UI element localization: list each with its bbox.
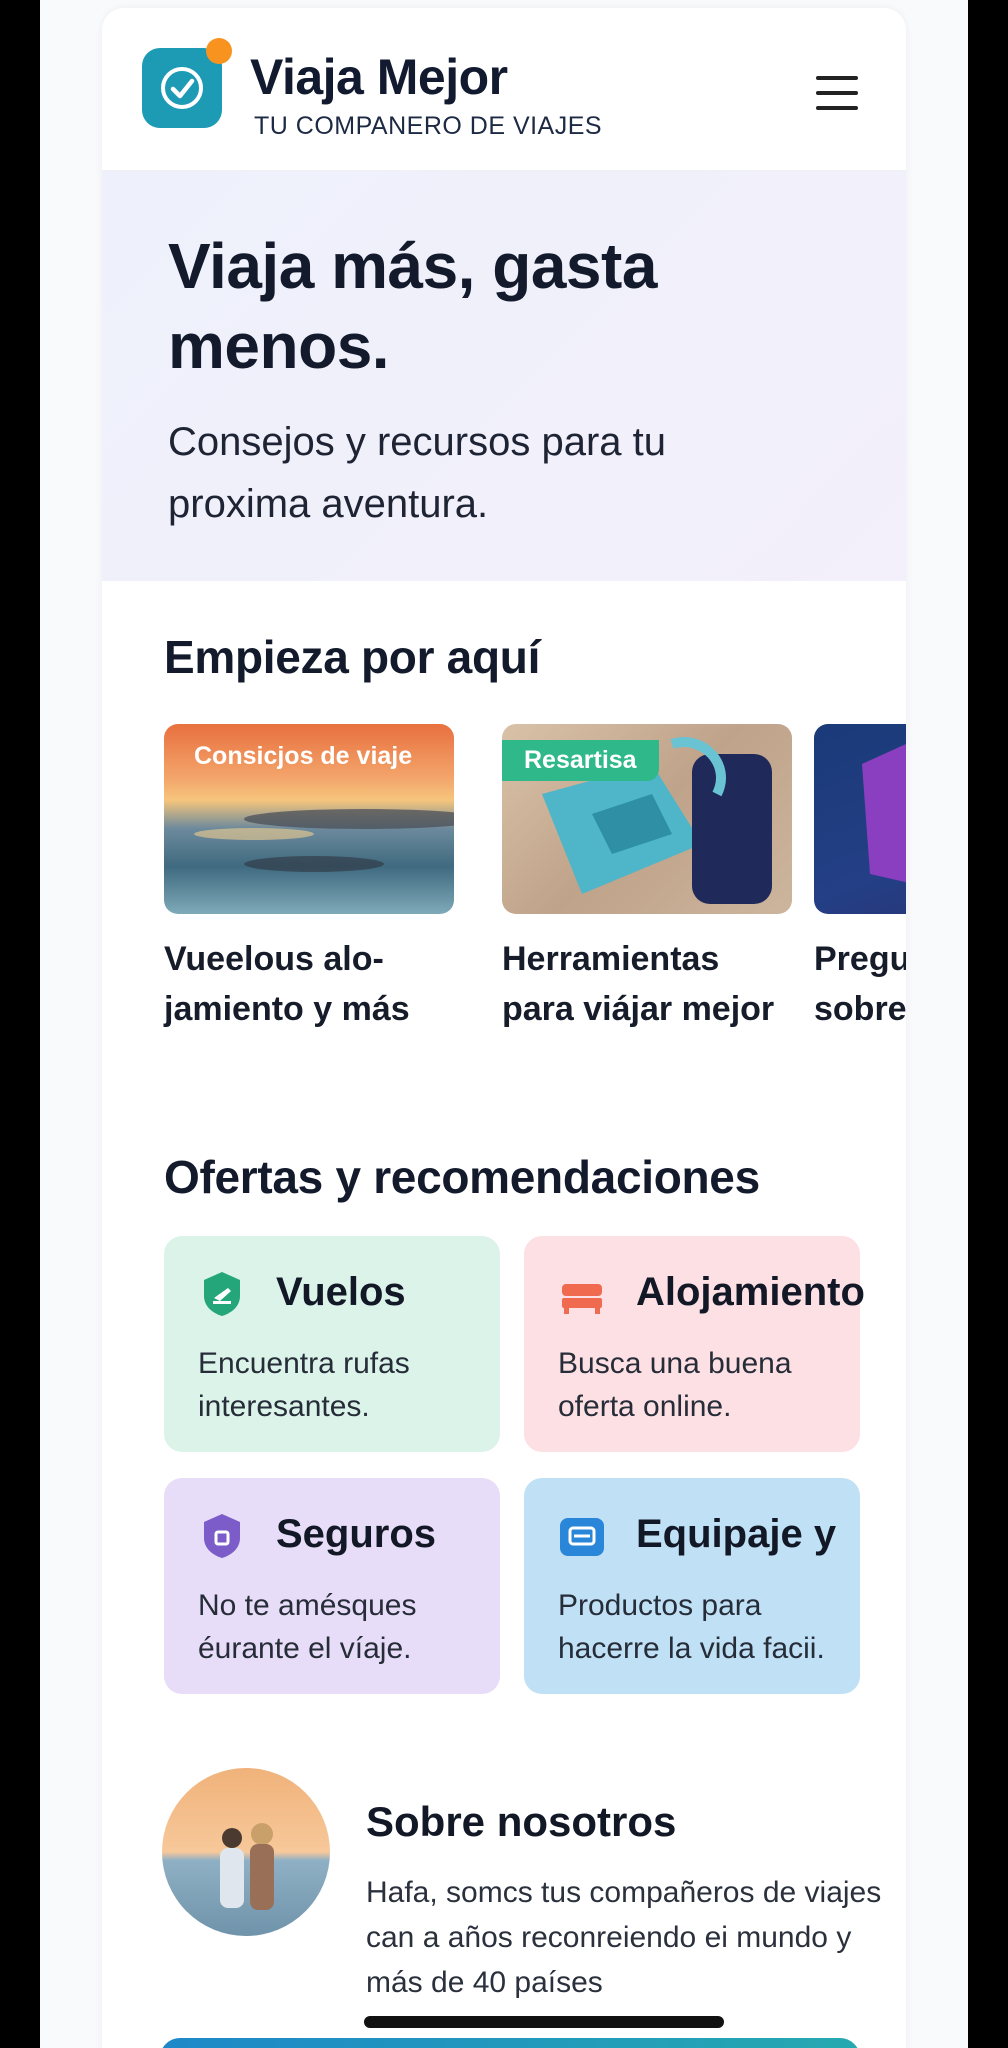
shield-icon <box>204 1514 240 1558</box>
bottom-cta-strip[interactable] <box>160 2038 860 2048</box>
about-avatar <box>162 1768 330 1936</box>
offer-text: Encuentra rufas interesantes. <box>198 1347 410 1423</box>
offer-card-alojamiento[interactable]: Alojamiento Busca una buena oferta onlin… <box>524 1236 865 1452</box>
device-bezel-right <box>968 0 1008 2048</box>
bed-icon <box>562 1284 602 1314</box>
card-tag: Consicjos de viaje <box>194 742 413 770</box>
offers-section-title: Ofertas y recomendaciones <box>164 1151 760 1203</box>
start-section-title: Empieza por aquí <box>164 631 541 683</box>
brand-tagline: TU COMPANERO DE VIAJES <box>254 112 603 140</box>
offer-title: Vuelos <box>276 1270 406 1314</box>
card-title[interactable]: Vueelous alo-jamiento y más <box>164 934 454 1034</box>
card-image: Consicjos de viaje <box>164 724 454 914</box>
offer-title: Equipaje y <box>636 1512 837 1556</box>
brand-name[interactable]: Viaja Mejor <box>250 48 508 106</box>
article-card[interactable]: Consicjos de viaje Vueelous alo-jamiento… <box>164 724 454 1034</box>
web-page: Viaja Mejor TU COMPANERO DE VIAJES Viaja… <box>102 8 906 2048</box>
offer-title: Alojamiento <box>636 1270 865 1314</box>
article-card[interactable]: Resartisa Herramientas para viájar mejor <box>502 724 792 1034</box>
card-image <box>814 724 906 914</box>
purple-bag-illustration <box>862 744 906 883</box>
site-header: Viaja Mejor TU COMPANERO DE VIAJES <box>102 8 906 171</box>
offer-card-seguros[interactable]: Seguros No te amésques éurante el víaje. <box>164 1478 500 1694</box>
plane-badge-icon <box>204 1272 240 1316</box>
offer-title: Seguros <box>276 1512 437 1556</box>
check-circle-icon <box>161 67 203 109</box>
offer-text: Productos para hacerre la vida facii. <box>558 1589 825 1665</box>
about-text: Hafa, somcs tus compañeros de viajes can… <box>366 1876 882 1999</box>
offer-card-vuelos[interactable]: Vuelos Encuentra rufas interesantes. <box>164 1236 500 1452</box>
hero-section: Viaja más, gasta menos. Consejos y recur… <box>102 171 906 581</box>
card-image: Resartisa <box>502 724 792 914</box>
home-indicator[interactable] <box>364 2016 724 2028</box>
notification-dot <box>206 38 232 64</box>
offer-card-equipaje[interactable]: Equipaje y Productos para hacerre la vid… <box>524 1478 860 1694</box>
couple-photo-illustration <box>162 1768 330 1936</box>
luggage-icon <box>560 1518 604 1556</box>
hamburger-menu-icon[interactable] <box>816 76 860 116</box>
card-title[interactable]: Herramientas para viájar mejor <box>502 934 792 1034</box>
about-title: Sobre nosotros <box>366 1798 677 1845</box>
offer-text: Busca una buena oferta online. <box>558 1347 792 1423</box>
article-card[interactable]: Pregu frecu sobre <box>814 724 906 1034</box>
offer-text: No te amésques éurante el víaje. <box>198 1589 417 1665</box>
hero-title: Viaja más, gasta menos. <box>168 230 657 382</box>
hero-subtitle: Consejos y recursos para tu proxima aven… <box>168 420 667 526</box>
card-tag: Resartisa <box>502 740 659 781</box>
device-bezel-left <box>0 0 40 2048</box>
phone-screen: Viaja Mejor TU COMPANERO DE VIAJES Viaja… <box>40 0 968 2048</box>
card-title[interactable]: Pregu frecu sobre <box>814 934 906 1034</box>
